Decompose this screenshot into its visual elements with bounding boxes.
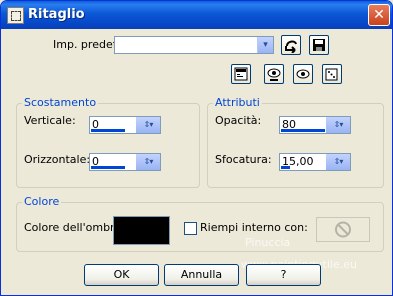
colore-title: Colore	[22, 195, 62, 208]
dice-button[interactable]	[322, 64, 342, 84]
title-bar[interactable]: Ritaglio ✕	[1, 1, 392, 29]
window-title: Ritaglio	[28, 7, 85, 22]
opacity-input[interactable]: 80 ⇕▾	[279, 116, 351, 134]
blur-label: Sfocatura:	[215, 153, 272, 166]
randomize-button[interactable]	[231, 64, 251, 84]
cancel-button[interactable]: Annulla	[164, 264, 239, 286]
close-button[interactable]: ✕	[368, 4, 390, 26]
help-button[interactable]: ?	[246, 264, 321, 286]
vertical-spin-icon[interactable]: ⇕▾	[136, 117, 160, 133]
opacity-spin-icon[interactable]: ⇕▾	[326, 117, 350, 133]
blur-spin-icon[interactable]: ⇕▾	[326, 154, 350, 170]
shadow-color-label: Colore dell'ombra:	[24, 221, 126, 234]
preview-eye-icon	[267, 68, 281, 81]
attributi-title: Attributi	[213, 96, 262, 109]
shadow-color-swatch[interactable]	[113, 216, 170, 245]
blur-level-bar	[281, 166, 290, 169]
chevron-down-icon[interactable]: ▾	[257, 37, 273, 53]
vertical-label: Verticale:	[24, 114, 76, 127]
horizontal-level-bar	[91, 166, 125, 169]
no-symbol-icon	[335, 221, 351, 238]
fill-interior-checkbox[interactable]	[184, 222, 197, 235]
vertical-input[interactable]: 0 ⇕▾	[89, 116, 161, 134]
blur-input[interactable]: 15,00 ⇕▾	[279, 153, 351, 171]
preset-label: Imp. predef.:	[53, 38, 123, 51]
preset-select[interactable]: ▾	[114, 36, 274, 54]
ritaglio-dialog: Ritaglio ✕ Imp. predef.: ▾ Scostamento V…	[0, 0, 393, 296]
reset-eye-icon	[296, 69, 310, 79]
save-preset-button[interactable]	[281, 35, 301, 55]
fill-interior-label: Riempi interno con:	[200, 221, 308, 234]
dice-icon	[325, 68, 338, 81]
horizontal-label: Orizzontale:	[24, 153, 91, 166]
horizontal-spin-icon[interactable]: ⇕▾	[136, 154, 160, 170]
scostamento-title: Scostamento	[22, 96, 99, 109]
opacity-label: Opacità:	[215, 114, 262, 127]
randomize-icon	[234, 67, 248, 81]
opacity-level-bar	[281, 129, 325, 132]
horizontal-input[interactable]: 0 ⇕▾	[89, 153, 161, 171]
fill-pattern-disabled	[316, 217, 370, 242]
save-preset-icon	[285, 40, 297, 53]
reset-eye-button[interactable]	[293, 64, 313, 84]
vertical-level-bar	[91, 129, 125, 132]
preview-eye-button[interactable]	[264, 64, 284, 84]
save-disk-icon	[313, 39, 325, 51]
watermark-name: Pinuccia	[245, 236, 291, 249]
ok-button[interactable]: OK	[84, 264, 159, 286]
save-disk-button[interactable]	[309, 35, 329, 55]
app-icon	[7, 7, 24, 24]
